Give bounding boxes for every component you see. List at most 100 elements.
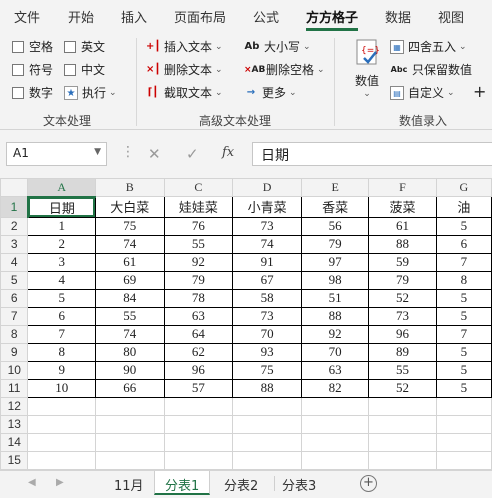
row-header[interactable]: 6 <box>0 288 29 308</box>
data-cell[interactable]: 5 <box>435 378 492 398</box>
tab-insert[interactable]: 插入 <box>121 7 147 26</box>
empty-cell[interactable] <box>27 432 96 452</box>
checkbox-english[interactable]: 英文 <box>64 38 105 55</box>
numeric-button[interactable]: {=} 数值 ⌄ <box>350 38 384 106</box>
empty-cell[interactable] <box>300 432 370 452</box>
tab-view[interactable]: 视图 <box>438 7 464 26</box>
data-cell[interactable]: 61 <box>368 216 437 236</box>
empty-cell[interactable] <box>368 450 437 470</box>
empty-cell[interactable] <box>27 450 96 470</box>
data-cell[interactable]: 7 <box>27 324 96 344</box>
data-cell[interactable]: 5 <box>435 288 492 308</box>
data-cell[interactable]: 1 <box>27 216 96 236</box>
row-header[interactable]: 7 <box>0 306 29 326</box>
data-cell[interactable]: 98 <box>300 270 370 290</box>
row-header[interactable]: 4 <box>0 252 29 272</box>
empty-cell[interactable] <box>163 432 234 452</box>
data-cell[interactable]: 96 <box>163 360 234 380</box>
data-cell[interactable]: 67 <box>232 270 302 290</box>
data-cell[interactable]: 89 <box>368 342 437 362</box>
tab-home[interactable]: 开始 <box>68 7 94 26</box>
select-all-corner[interactable] <box>0 178 29 197</box>
name-box[interactable]: A1 ▼ <box>6 142 107 166</box>
checkbox-box[interactable] <box>64 63 76 76</box>
data-cell[interactable]: 88 <box>368 234 437 254</box>
keep-value-button[interactable]: Abc 只保留数值 <box>390 61 472 78</box>
data-cell[interactable]: 5 <box>27 288 96 308</box>
data-cell[interactable]: 88 <box>300 306 370 326</box>
data-cell[interactable]: 66 <box>94 378 165 398</box>
active-cell[interactable]: 日期 <box>27 196 96 218</box>
checkbox-spaces[interactable]: 空格 <box>12 38 53 55</box>
header-cell[interactable]: 香菜 <box>300 196 370 218</box>
data-cell[interactable]: 74 <box>232 234 302 254</box>
data-cell[interactable]: 58 <box>232 288 302 308</box>
data-cell[interactable]: 7 <box>435 324 492 344</box>
empty-cell[interactable] <box>94 450 165 470</box>
column-header[interactable]: B <box>94 178 165 197</box>
delete-spaces-button[interactable]: ×AB 删除空格 ⌄ <box>244 61 325 78</box>
add-icon[interactable]: + <box>473 82 486 101</box>
row-header[interactable]: 15 <box>0 450 29 470</box>
data-cell[interactable]: 90 <box>94 360 165 380</box>
data-cell[interactable]: 55 <box>163 234 234 254</box>
data-cell[interactable]: 9 <box>27 360 96 380</box>
round-button[interactable]: ▦ 四舍五入 ⌄ <box>390 38 467 55</box>
data-cell[interactable]: 69 <box>94 270 165 290</box>
tab-fangfang-gezi[interactable]: 方方格子 <box>306 7 359 31</box>
empty-cell[interactable] <box>435 450 492 470</box>
row-header[interactable]: 9 <box>0 342 29 362</box>
delete-text-button[interactable]: ×┃ 删除文本 ⌄ <box>146 61 223 78</box>
data-cell[interactable]: 8 <box>27 342 96 362</box>
column-header[interactable]: G <box>435 178 492 197</box>
empty-cell[interactable] <box>300 396 370 416</box>
checkbox-box[interactable] <box>64 40 76 53</box>
data-cell[interactable]: 56 <box>300 216 370 236</box>
data-cell[interactable]: 55 <box>94 306 165 326</box>
tab-formulas[interactable]: 公式 <box>253 7 279 26</box>
empty-cell[interactable] <box>368 396 437 416</box>
empty-cell[interactable] <box>163 414 234 434</box>
data-cell[interactable]: 5 <box>435 216 492 236</box>
add-sheet-icon[interactable]: + <box>360 475 377 492</box>
header-cell[interactable]: 娃娃菜 <box>163 196 234 218</box>
data-cell[interactable]: 78 <box>163 288 234 308</box>
checkbox-box[interactable] <box>12 63 24 76</box>
scroll-right-icon[interactable]: ▶ <box>56 477 64 488</box>
data-cell[interactable]: 10 <box>27 378 96 398</box>
chevron-down-icon[interactable]: ▼ <box>94 147 101 157</box>
header-cell[interactable]: 菠菜 <box>368 196 437 218</box>
data-cell[interactable]: 75 <box>232 360 302 380</box>
data-cell[interactable]: 70 <box>300 342 370 362</box>
checkbox-numbers[interactable]: 数字 <box>12 84 53 101</box>
header-cell[interactable]: 油 <box>435 196 492 218</box>
data-cell[interactable]: 52 <box>368 378 437 398</box>
header-cell[interactable]: 小青菜 <box>232 196 302 218</box>
data-cell[interactable]: 70 <box>232 324 302 344</box>
data-cell[interactable]: 74 <box>94 324 165 344</box>
empty-cell[interactable] <box>435 414 492 434</box>
row-header[interactable]: 1 <box>0 196 30 218</box>
column-header[interactable]: C <box>163 178 234 197</box>
data-cell[interactable]: 84 <box>94 288 165 308</box>
data-cell[interactable]: 5 <box>435 342 492 362</box>
more-button[interactable]: → 更多 ⌄ <box>244 84 297 101</box>
empty-cell[interactable] <box>27 396 96 416</box>
data-cell[interactable]: 76 <box>163 216 234 236</box>
data-cell[interactable]: 4 <box>27 270 96 290</box>
data-cell[interactable]: 91 <box>232 252 302 272</box>
data-cell[interactable]: 74 <box>94 234 165 254</box>
data-cell[interactable]: 63 <box>300 360 370 380</box>
data-cell[interactable]: 92 <box>163 252 234 272</box>
empty-cell[interactable] <box>435 396 492 416</box>
sheet-tab[interactable]: 11月 <box>104 471 154 495</box>
execute-button[interactable]: ★ 执行 ⌄ <box>64 84 117 101</box>
data-cell[interactable]: 3 <box>27 252 96 272</box>
empty-cell[interactable] <box>232 414 302 434</box>
data-cell[interactable]: 75 <box>94 216 165 236</box>
data-cell[interactable]: 2 <box>27 234 96 254</box>
row-header[interactable]: 10 <box>0 360 29 380</box>
data-cell[interactable]: 7 <box>435 252 492 272</box>
data-cell[interactable]: 82 <box>300 378 370 398</box>
data-cell[interactable]: 73 <box>368 306 437 326</box>
